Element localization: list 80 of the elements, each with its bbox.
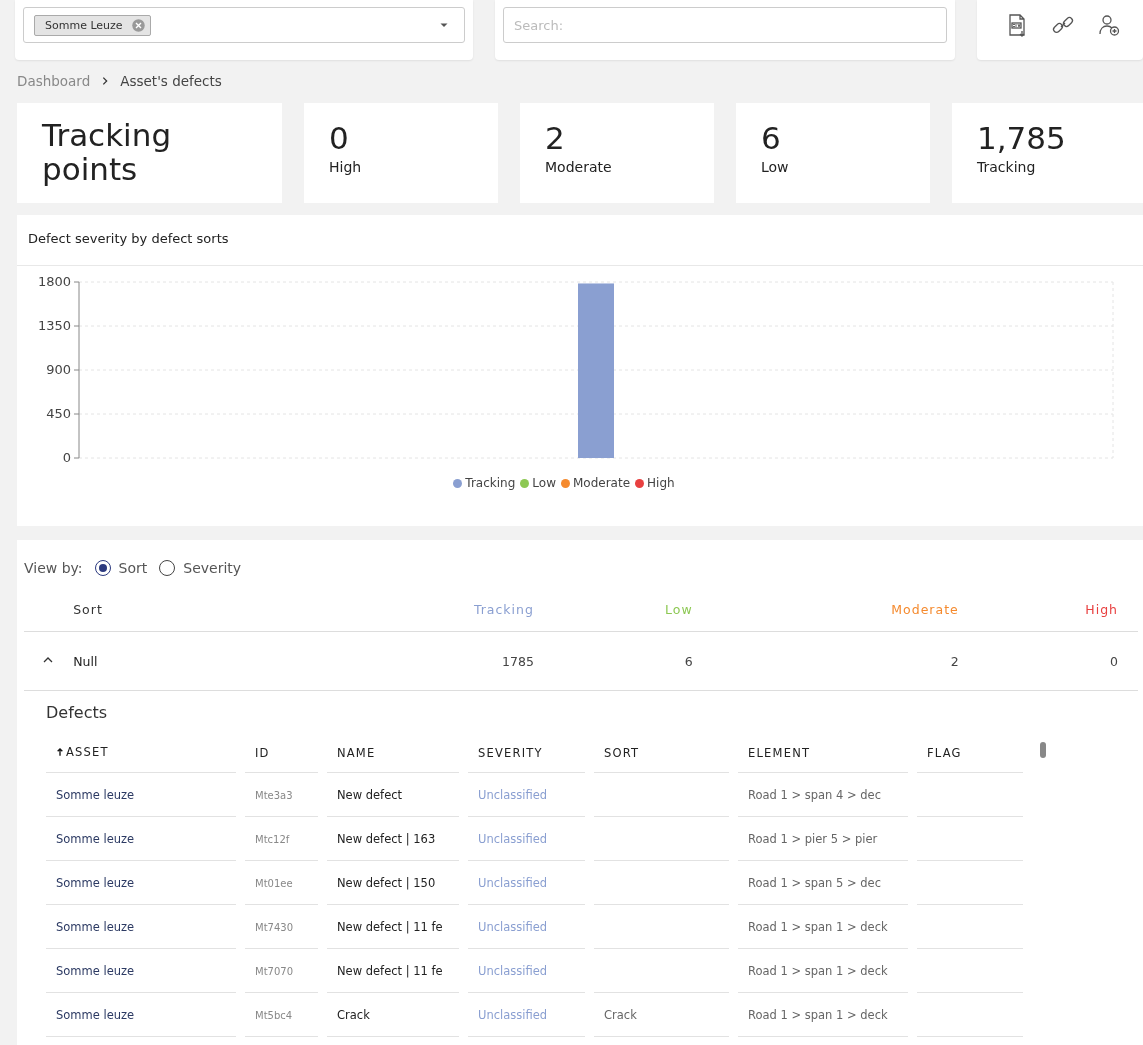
radio-label[interactable]: Sort — [118, 560, 148, 576]
view-by-label: View by: — [24, 560, 83, 576]
legend-dot — [520, 478, 530, 488]
stat-label: Low — [761, 159, 790, 175]
table-cell: Road 1 > span 1 > deck — [748, 919, 888, 934]
legend-label[interactable]: Tracking — [465, 476, 516, 490]
axis-tick-label: 450 — [46, 406, 71, 421]
table-cell: Crack — [604, 1007, 637, 1022]
legend-dot — [453, 478, 463, 488]
table-cell: Unclassified — [478, 919, 548, 934]
legend-label[interactable]: Low — [532, 476, 556, 490]
table-cell[interactable]: Somme leuze — [56, 787, 135, 802]
search-field[interactable]: Search: — [503, 7, 947, 43]
table-cell[interactable]: New defect — [337, 787, 403, 802]
table-cell[interactable]: Somme leuze — [56, 831, 135, 846]
stat-value: 0 — [329, 121, 350, 155]
stat-label: Moderate — [545, 159, 613, 175]
breadcrumb-link[interactable]: Asset's defects — [120, 73, 222, 89]
table-cell[interactable]: Somme leuze — [56, 875, 135, 890]
table-cell[interactable]: Somme leuze — [56, 1007, 135, 1022]
column-header[interactable]: ELEMENT — [748, 746, 811, 760]
table-cell[interactable]: Crack — [337, 1007, 370, 1022]
table-cell: Mte3a3 — [255, 789, 293, 801]
axis-tick-label: 1800 — [37, 274, 71, 289]
card-title: Tracking points — [42, 118, 173, 186]
sort-up-icon — [56, 746, 64, 758]
axis-tick-label: 0 — [62, 450, 71, 465]
table-cell: Road 1 > span 1 > deck — [748, 1007, 888, 1022]
table-cell: Null — [73, 653, 98, 669]
column-header[interactable]: ID — [255, 746, 270, 760]
radio-label[interactable]: Severity — [183, 560, 242, 576]
column-header[interactable]: ASSET — [56, 745, 109, 759]
table-cell[interactable]: New defect | 163 — [337, 831, 436, 846]
table-cell: Unclassified — [478, 787, 548, 802]
table-cell: Mt5bc4 — [255, 1009, 293, 1021]
table-cell: Road 1 > pier 5 > pier — [748, 831, 878, 846]
column-header[interactable]: SORT — [604, 746, 640, 760]
table-cell: 6 — [684, 653, 693, 669]
column-header[interactable]: FLAG — [927, 746, 962, 760]
legend-label[interactable]: High — [647, 476, 675, 490]
stat-value: 1,785 — [977, 121, 1067, 155]
axis-tick-label: 1350 — [37, 318, 71, 333]
table-cell[interactable]: New defect | 150 — [337, 875, 436, 890]
table-cell: Mt7070 — [255, 965, 293, 977]
column-header[interactable]: SEVERITY — [478, 746, 543, 760]
table-cell: Road 1 > span 1 > deck — [748, 963, 888, 978]
table-cell: Road 1 > span 5 > dec — [748, 875, 882, 890]
table-cell: Mtc12f — [255, 833, 290, 845]
section-title: Defects — [46, 703, 109, 722]
legend-label[interactable]: Moderate — [572, 476, 631, 490]
stat-label: High — [329, 159, 363, 175]
stat-label: Tracking — [977, 159, 1037, 175]
asset-select[interactable]: Somme Leuze — [23, 7, 465, 43]
chart-title: Defect severity by defect sorts — [27, 231, 230, 248]
legend-dot — [560, 478, 570, 488]
table-cell: Unclassified — [478, 831, 548, 846]
table-cell[interactable]: New defect | 11 fe — [337, 919, 443, 934]
legend-dot — [635, 478, 645, 488]
stat-value: 6 — [761, 121, 782, 155]
table-cell: Road 1 > span 4 > dec — [748, 787, 882, 802]
remove-icon[interactable] — [130, 17, 146, 33]
scrollbar[interactable] — [1040, 742, 1046, 758]
column-header[interactable]: High — [1085, 601, 1118, 617]
table-cell: 1785 — [502, 653, 534, 669]
asset-tag: Somme Leuze — [34, 14, 151, 36]
axis-tick-label: 900 — [46, 362, 71, 377]
column-header[interactable]: NAME — [337, 746, 376, 760]
table-cell: Mt7430 — [255, 921, 293, 933]
table-cell: 2 — [950, 653, 959, 669]
column-header[interactable]: Sort — [73, 601, 103, 617]
add-user-icon[interactable] — [1097, 13, 1121, 37]
table-cell: Unclassified — [478, 875, 548, 890]
stat-value: 2 — [545, 121, 566, 155]
table-cell: Mt01ee — [255, 877, 293, 889]
table-cell[interactable]: New defect | 11 fe — [337, 963, 443, 978]
table-cell: Unclassified — [478, 1007, 548, 1022]
table-cell[interactable]: Somme leuze — [56, 963, 135, 978]
table-cell: Unclassified — [478, 963, 548, 978]
table-cell: 0 — [1110, 653, 1118, 669]
table-cell[interactable]: Somme leuze — [56, 919, 135, 934]
